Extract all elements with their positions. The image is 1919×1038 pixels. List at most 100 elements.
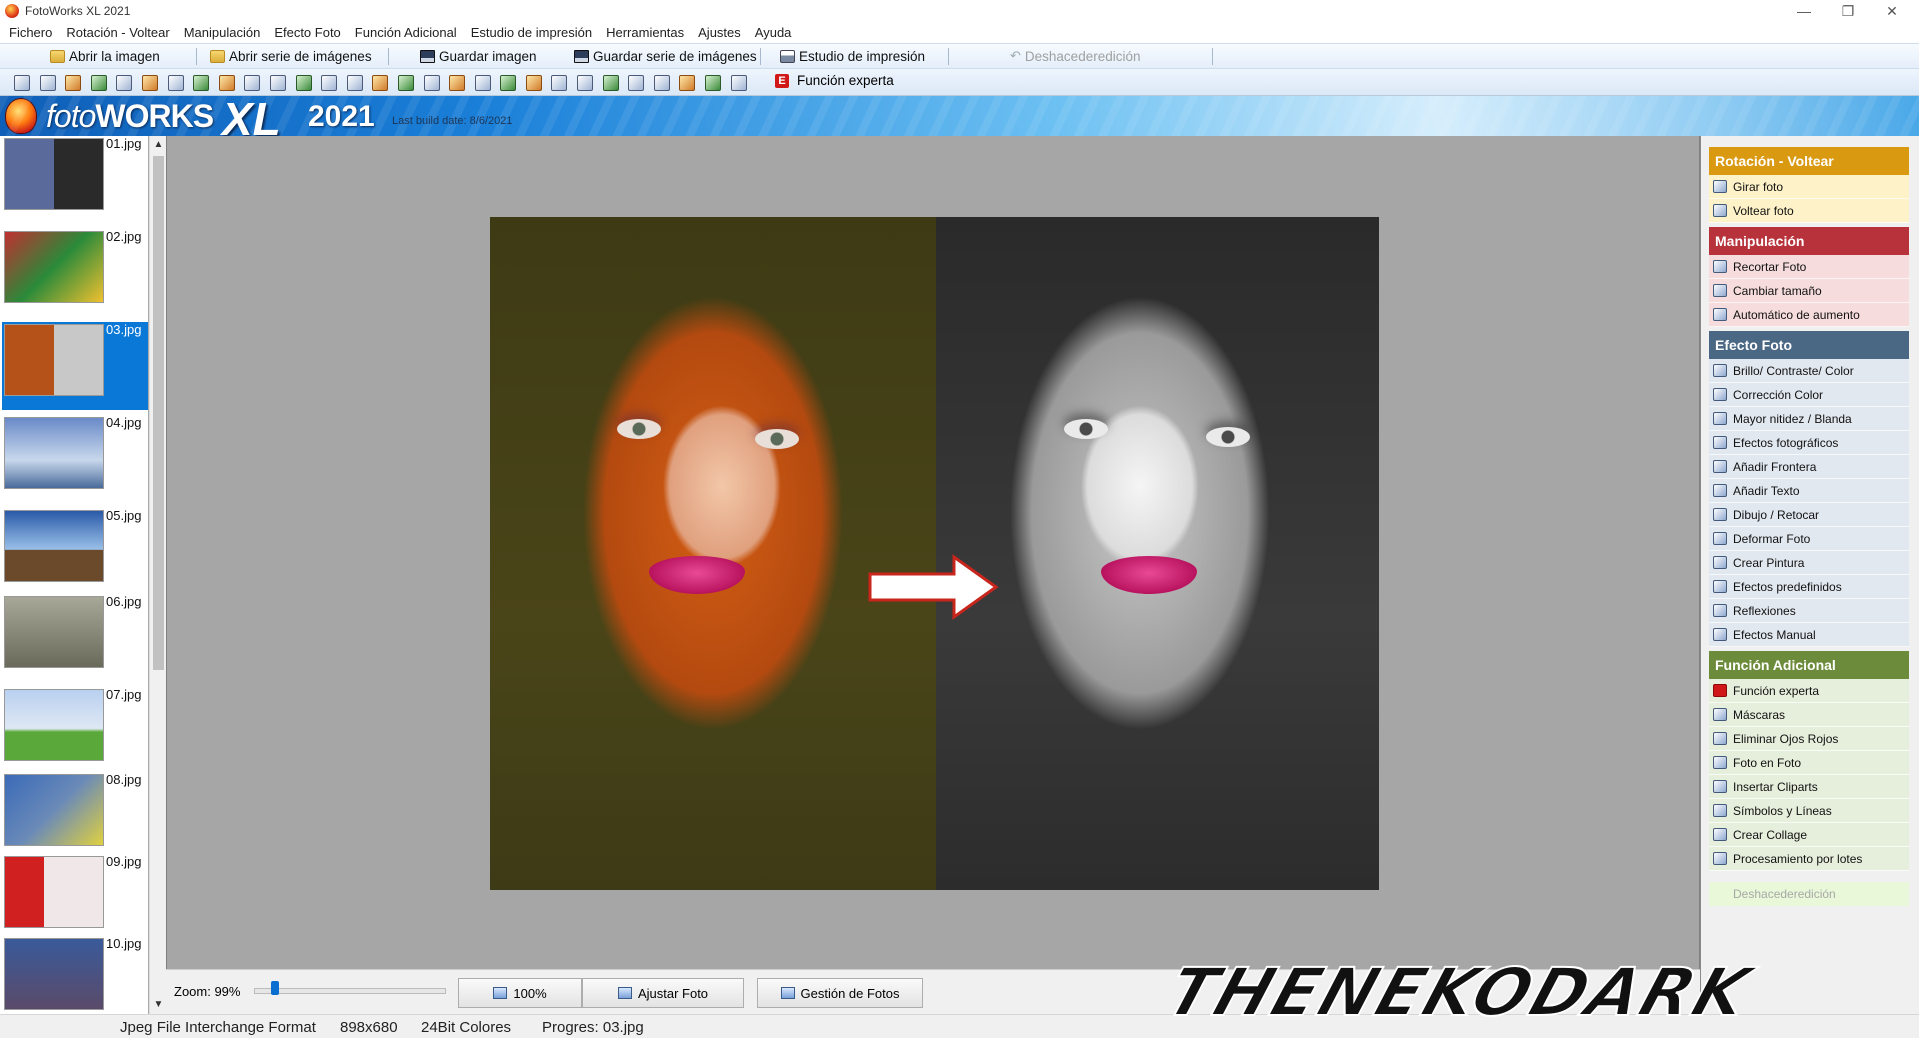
task-item[interactable]: Insertar Cliparts	[1709, 775, 1909, 799]
reflection-icon[interactable]	[525, 75, 542, 91]
task-item[interactable]: Cambiar tamaño	[1709, 279, 1909, 303]
menu-rotacion[interactable]: Rotación - Voltear	[59, 22, 176, 43]
photo-in-photo-icon[interactable]	[628, 75, 645, 91]
task-item[interactable]: Añadir Texto	[1709, 479, 1909, 503]
task-item[interactable]: Foto en Foto	[1709, 751, 1909, 775]
section-header[interactable]: Función Adicional	[1709, 651, 1909, 679]
section-header[interactable]: Manipulación	[1709, 227, 1909, 255]
task-item[interactable]: Corrección Color	[1709, 383, 1909, 407]
draw-icon[interactable]	[423, 75, 440, 91]
fit-photo-button[interactable]: Ajustar Foto	[582, 978, 744, 1008]
red-eye-icon[interactable]	[602, 75, 619, 91]
open-series-button[interactable]: Abrir serie de imágenes	[204, 45, 378, 67]
clipart-icon[interactable]	[653, 75, 670, 91]
save-image-button[interactable]: Guardar imagen	[414, 45, 543, 67]
batch-icon	[1713, 852, 1727, 865]
mask-icon[interactable]	[577, 75, 594, 91]
task-item[interactable]: Deformar Foto	[1709, 527, 1909, 551]
task-item[interactable]: Máscaras	[1709, 703, 1909, 727]
task-item[interactable]: Eliminar Ojos Rojos	[1709, 727, 1909, 751]
symbols-icon[interactable]	[679, 75, 696, 91]
section-header[interactable]: Efecto Foto	[1709, 331, 1909, 359]
deform-icon[interactable]	[449, 75, 466, 91]
task-item[interactable]: Automático de aumento	[1709, 303, 1909, 327]
flip-horizontal-icon[interactable]	[116, 75, 133, 91]
restore-icon[interactable]: ❐	[1826, 0, 1870, 22]
photo-management-button[interactable]: Gestión de Fotos	[757, 978, 923, 1008]
task-item[interactable]: Recortar Foto	[1709, 255, 1909, 279]
thumbnail-item-selected[interactable]: 03.jpg	[2, 322, 148, 410]
task-item[interactable]: Añadir Frontera	[1709, 455, 1909, 479]
thumbnail-item[interactable]: 02.jpg	[2, 229, 148, 317]
frame-icon[interactable]	[372, 75, 389, 91]
thumbnail-item[interactable]: 07.jpg	[2, 687, 148, 775]
section-header[interactable]: Rotación - Voltear	[1709, 147, 1909, 175]
menu-funcion-adicional[interactable]: Función Adicional	[348, 22, 464, 43]
task-item[interactable]: Símbolos y Líneas	[1709, 799, 1909, 823]
expert-function-button[interactable]: E Función experta	[775, 73, 894, 88]
rotate-cw-icon[interactable]	[90, 75, 107, 91]
zoom-slider-knob[interactable]	[271, 981, 280, 995]
print-studio-button[interactable]: Estudio de impresión	[774, 45, 931, 67]
thumbnail-item[interactable]: 04.jpg	[2, 415, 148, 503]
thumbnail-scrollbar[interactable]: ▲ ▼	[149, 136, 166, 1014]
scroll-down-icon[interactable]: ▼	[152, 998, 165, 1012]
scroll-up-icon[interactable]: ▲	[152, 138, 165, 152]
text-icon[interactable]	[397, 75, 414, 91]
task-item[interactable]: Procesamiento por lotes	[1709, 847, 1909, 871]
menu-ajustes[interactable]: Ajustes	[691, 22, 748, 43]
photo-effects-icon[interactable]	[346, 75, 363, 91]
task-item[interactable]: Crear Collage	[1709, 823, 1909, 847]
thumbnail-item[interactable]: 01.jpg	[2, 136, 148, 224]
task-item[interactable]: Voltear foto	[1709, 199, 1909, 223]
task-item[interactable]: Crear Pintura	[1709, 551, 1909, 575]
menu-ayuda[interactable]: Ayuda	[748, 22, 799, 43]
task-item[interactable]: Girar foto	[1709, 175, 1909, 199]
menu-herramientas[interactable]: Herramientas	[599, 22, 691, 43]
paint-icon[interactable]	[474, 75, 491, 91]
task-item[interactable]: Efectos Manual	[1709, 623, 1909, 647]
collage-icon[interactable]	[705, 75, 722, 91]
menu-fichero[interactable]: Fichero	[2, 22, 59, 43]
open-image-button[interactable]: Abrir la imagen	[44, 45, 166, 67]
rotate-left-icon[interactable]	[14, 75, 30, 91]
task-item[interactable]: Efectos predefinidos	[1709, 575, 1909, 599]
rotate-ccw-icon[interactable]	[65, 75, 82, 91]
thumbnail-item[interactable]: 09.jpg	[2, 854, 148, 942]
thumbnail-item[interactable]: 06.jpg	[2, 594, 148, 682]
task-item[interactable]: Brillo/ Contraste/ Color	[1709, 359, 1909, 383]
color-correction-icon[interactable]	[295, 75, 312, 91]
thumbnail-item[interactable]: 05.jpg	[2, 508, 148, 596]
task-item[interactable]: Función experta	[1709, 679, 1909, 703]
scrollbar-thumb[interactable]	[153, 156, 164, 670]
mirror-icon[interactable]	[167, 75, 184, 91]
manual-effects-icon[interactable]	[551, 75, 568, 91]
presets-icon[interactable]	[500, 75, 517, 91]
thumbnail-item[interactable]: 10.jpg	[2, 936, 148, 1014]
batch-icon[interactable]	[730, 75, 747, 91]
auto-enhance-icon[interactable]	[244, 75, 261, 91]
task-item[interactable]: Efectos fotográficos	[1709, 431, 1909, 455]
task-item[interactable]: Reflexiones	[1709, 599, 1909, 623]
task-item[interactable]: Mayor nitidez / Blanda	[1709, 407, 1909, 431]
rotate-right-icon[interactable]	[39, 75, 56, 91]
menu-efecto-foto[interactable]: Efecto Foto	[267, 22, 347, 43]
undo-button[interactable]: ↶ Deshacederedición	[1004, 45, 1146, 67]
minimize-icon[interactable]: —	[1782, 0, 1826, 22]
resize-icon[interactable]	[218, 75, 235, 91]
sharpen-icon[interactable]	[321, 75, 338, 91]
thumbnail-item[interactable]: 08.jpg	[2, 772, 148, 860]
image-viewer[interactable]	[166, 136, 1700, 969]
menu-manipulacion[interactable]: Manipulación	[177, 22, 268, 43]
crop-icon[interactable]	[193, 75, 210, 91]
side-undo-button[interactable]: Deshacederedición	[1709, 882, 1909, 906]
close-icon[interactable]: ✕	[1870, 0, 1914, 22]
brightness-icon[interactable]	[269, 75, 286, 91]
menu-estudio-impresion[interactable]: Estudio de impresión	[464, 22, 599, 43]
current-photo[interactable]	[490, 217, 1379, 890]
zoom-slider-track[interactable]	[254, 988, 446, 994]
task-item[interactable]: Dibujo / Retocar	[1709, 503, 1909, 527]
zoom-100-button[interactable]: 100%	[458, 978, 582, 1008]
save-series-button[interactable]: Guardar serie de imágenes	[568, 45, 763, 67]
flip-vertical-icon[interactable]	[141, 75, 158, 91]
